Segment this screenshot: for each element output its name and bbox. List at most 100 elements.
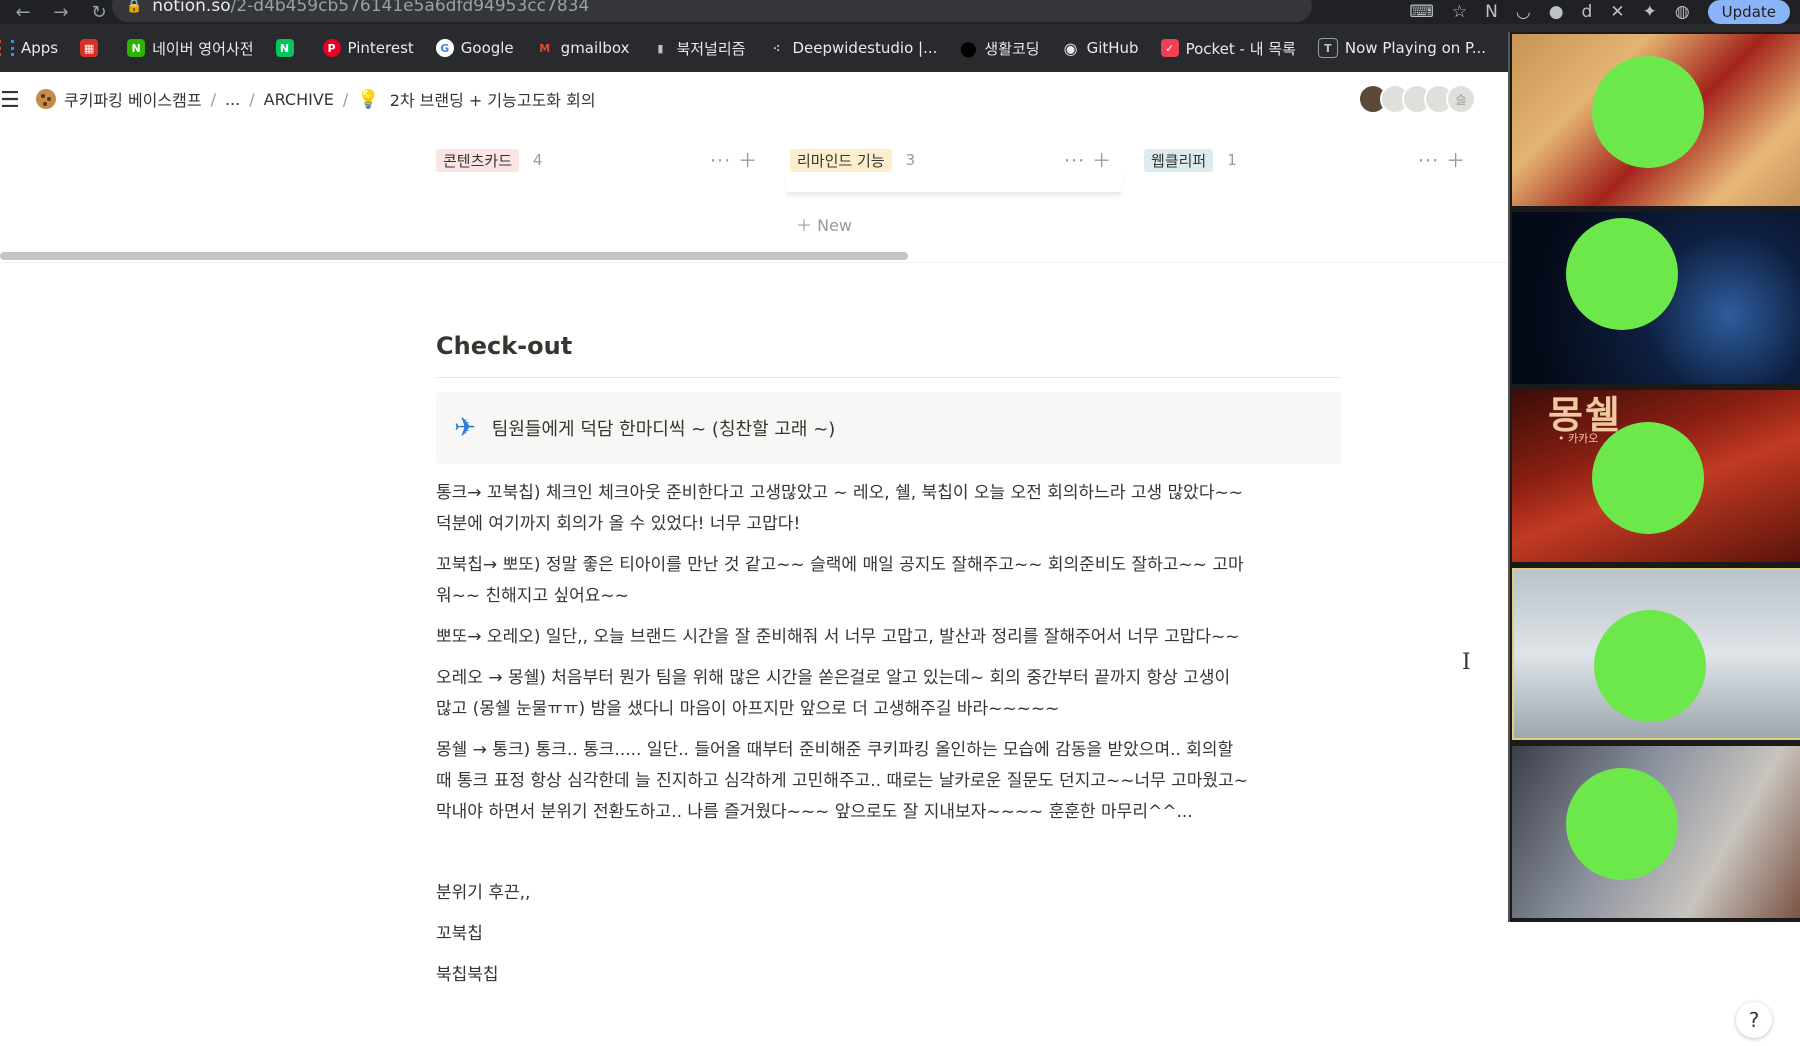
d-extension-icon[interactable]: d <box>1582 2 1593 22</box>
video-tile[interactable]: 몽쉘 • 카카오 <box>1512 390 1800 562</box>
paragraph-block[interactable]: 북칩북칩 <box>436 960 1346 991</box>
breadcrumb: 쿠키파킹 베이스캠프 / ... / ARCHIVE / 💡 2차 브랜딩 + … <box>36 87 596 111</box>
text-line: 꼬북칩→ 뽀또) 정말 좋은 티아이를 만난 것 같고~~ 슬랙에 매일 공지도… <box>436 555 1244 575</box>
bookmark-now-playing[interactable]: T Now Playing on P... <box>1317 38 1486 58</box>
bookmark-bookjournalism[interactable]: ▮ 북저널리즘 <box>651 38 745 59</box>
bookmark-pocket[interactable]: ✓ Pocket - 내 목록 <box>1160 38 1296 59</box>
forward-arrow-icon[interactable]: → <box>46 2 76 23</box>
profile-avatar-icon[interactable]: ◍ <box>1675 2 1690 22</box>
board-column-web-clipper[interactable]: 웹클리퍼 1 <box>1144 148 1237 172</box>
cookie-icon <box>36 89 56 109</box>
bookmark-github[interactable]: ◉ GitHub <box>1061 39 1139 58</box>
face-blur <box>1566 768 1678 880</box>
paragraph-block[interactable]: 꼬북칩→ 뽀또) 정말 좋은 티아이를 만난 것 같고~~ 슬랙에 매일 공지도… <box>436 550 1346 612</box>
bookmark-google[interactable]: G Google <box>435 39 514 57</box>
board-column-content-card[interactable]: 콘텐츠카드 4 <box>436 148 543 172</box>
breadcrumb-current-page[interactable]: 2차 브랜딩 + 기능고도화 회의 <box>390 87 596 111</box>
google-icon: G <box>435 39 454 57</box>
address-bar[interactable]: 🔒 notion.so /2-d4b459cb576141e5a6dfd9495… <box>112 0 1312 22</box>
reload-icon[interactable]: ↻ <box>84 2 114 23</box>
pocket-extension-icon[interactable]: ◡ <box>1516 2 1531 22</box>
text-cursor-icon: I <box>1462 650 1471 675</box>
url-path: /2-d4b459cb576141e5a6dfd94953cc7834 <box>230 0 590 16</box>
video-tile-active[interactable] <box>1512 568 1800 740</box>
breadcrumb-workspace[interactable]: 쿠키파킹 베이스캠프 <box>64 87 202 111</box>
opentutorials-icon: ● <box>959 36 978 60</box>
text-line: 막내야 하면서 분위기 전환도하고.. 나름 즐거웠다~~~ 앞으로도 잘 지내… <box>436 802 1193 822</box>
breadcrumb-separator: / <box>342 89 349 109</box>
text-line: 많고 (몽쉘 눈물ㅠㅠ) 밤을 샜다니 마음이 아프지만 앞으로 더 고생해주길… <box>436 699 1060 719</box>
column-more-icon[interactable]: ··· ＋ <box>1064 146 1112 173</box>
browser-toolbar: ← → ↻ 🔒 notion.so /2-d4b459cb576141e5a6d… <box>0 0 1800 24</box>
scrollbar-thumb[interactable] <box>0 252 908 260</box>
bookmark-calendar[interactable]: ▦ <box>80 39 105 57</box>
callout-text: 팀원들에게 덕담 한마디씩 ~ (칭찬할 고래 ~) <box>491 419 836 440</box>
breadcrumb-ellipsis[interactable]: ... <box>225 90 240 109</box>
paragraph-block[interactable]: 오레오 → 몽쉘) 처음부터 뭔가 팀을 위해 많은 시간을 쏟은걸로 알고 있… <box>436 663 1346 725</box>
bookmark-apps[interactable]: Apps <box>0 39 58 57</box>
text-line: 오레오 → 몽쉘) 처음부터 뭔가 팀을 위해 많은 시간을 쏟은걸로 알고 있… <box>436 668 1231 688</box>
bookmark-gmailbox[interactable]: Mgmailbox <box>536 39 629 57</box>
notion-extension-icon[interactable]: N <box>1485 2 1498 22</box>
tile-brand-subtext: • 카카오 <box>1558 432 1599 445</box>
bookmark-naver-dictionary[interactable]: N 네이버 영어사전 <box>127 38 254 59</box>
video-tile[interactable] <box>1512 746 1800 918</box>
video-tile[interactable] <box>1512 34 1800 206</box>
paragraph-block[interactable]: 뽀또→ 오레오) 일단,, 오늘 브랜드 시간을 잘 준비해줘 서 너무 고맙고… <box>436 622 1346 653</box>
bookmark-deepwidestudio[interactable]: ⁖ Deepwidestudio |... <box>767 39 937 57</box>
extensions-area: ⌨ ☆ N ◡ ● d ✕ ✦ ◍ Update <box>1409 0 1800 24</box>
plus-icon: ＋ <box>796 216 818 235</box>
callout-block[interactable]: ✈ 팀원들에게 덕담 한마디씩 ~ (칭찬할 고래 ~) <box>436 392 1342 464</box>
github-icon: ◉ <box>1061 39 1080 58</box>
calendar-icon: ▦ <box>80 39 99 57</box>
face-blur <box>1592 422 1704 534</box>
face-blur <box>1592 56 1704 168</box>
bookjournalism-icon: ▮ <box>651 39 670 57</box>
face-blur <box>1594 610 1706 722</box>
column-more-icon[interactable]: ··· ＋ <box>1418 146 1466 173</box>
video-tile[interactable] <box>1512 212 1800 384</box>
paragraph-block[interactable]: 꼬북칩 <box>436 919 1346 950</box>
horizontal-scrollbar[interactable] <box>0 250 1508 262</box>
divider <box>436 377 1342 378</box>
sidebar-menu-icon[interactable]: ☰ <box>0 88 20 113</box>
pinterest-icon: P <box>322 39 341 57</box>
new-card-button[interactable]: ＋ New <box>796 212 852 236</box>
text-line: 몽쉘 → 통크) 통크.. 통크..... 일단.. 들어올 때부터 준비해준 … <box>436 740 1234 760</box>
text-line: 때 통크 표정 항상 심각한데 늘 진지하고 심각하게 고민해주고.. 때로는 … <box>436 771 1248 791</box>
notion-topbar: ☰ 쿠키파킹 베이스캠프 / ... / ARCHIVE / 💡 2차 브랜딩 … <box>0 72 1508 128</box>
bookmark-star-icon[interactable]: ☆ <box>1452 2 1467 22</box>
bookmark-opentutorials[interactable]: ● 생활코딩 <box>959 36 1040 60</box>
cookie-extension-icon[interactable]: ● <box>1549 2 1564 22</box>
back-arrow-icon[interactable]: ← <box>8 2 38 23</box>
column-tag: 리마인드 기능 <box>790 148 892 172</box>
update-button[interactable]: Update <box>1707 0 1790 24</box>
collaborator-avatars[interactable]: 슬 <box>1358 84 1476 114</box>
board-card[interactable] <box>786 172 1122 194</box>
avatar: 슬 <box>1446 84 1476 114</box>
column-count: 3 <box>905 151 916 169</box>
puzzle-icon[interactable]: ✦ <box>1643 2 1657 22</box>
now-playing-icon: T <box>1317 38 1338 58</box>
x-extension-icon[interactable]: ✕ <box>1610 2 1624 22</box>
paragraph-block[interactable]: 분위기 후끈,, <box>436 878 1346 909</box>
column-count: 1 <box>1227 151 1237 169</box>
lock-icon: 🔒 <box>126 0 143 14</box>
column-tag: 웹클리퍼 <box>1144 148 1214 172</box>
board-column-remind[interactable]: 리마인드 기능 3 <box>790 148 915 172</box>
board-view: 콘텐츠카드 4 ··· ＋ 리마인드 기능 3 ··· ＋ 웹클리퍼 1 ···… <box>0 128 1508 260</box>
column-more-icon[interactable]: ··· ＋ <box>710 146 758 173</box>
paragraph-block[interactable]: 통크→ 꼬북칩) 체크인 체크아웃 준비한다고 고생많았고 ~ 레오, 쉘, 북… <box>436 478 1346 540</box>
divider <box>0 262 1508 263</box>
help-button[interactable]: ? <box>1736 1002 1772 1038</box>
paragraph-block[interactable]: 몽쉘 → 통크) 통크.. 통크..... 일단.. 들어올 때부터 준비해준 … <box>436 735 1346 828</box>
bookmark-naver[interactable]: N <box>275 39 301 57</box>
bookmark-pinterest[interactable]: P Pinterest <box>322 39 414 57</box>
section-heading[interactable]: Check-out <box>436 332 572 360</box>
translate-icon[interactable]: ⌨ <box>1409 2 1434 22</box>
breadcrumb-archive[interactable]: ARCHIVE <box>264 90 334 109</box>
naver-icon: N <box>275 39 294 57</box>
lightbulb-icon: 💡 <box>357 88 380 110</box>
text-line: 뽀또→ 오레오) 일단,, 오늘 브랜드 시간을 잘 준비해줘 서 너무 고맙고… <box>436 627 1240 647</box>
column-count: 4 <box>533 151 543 169</box>
